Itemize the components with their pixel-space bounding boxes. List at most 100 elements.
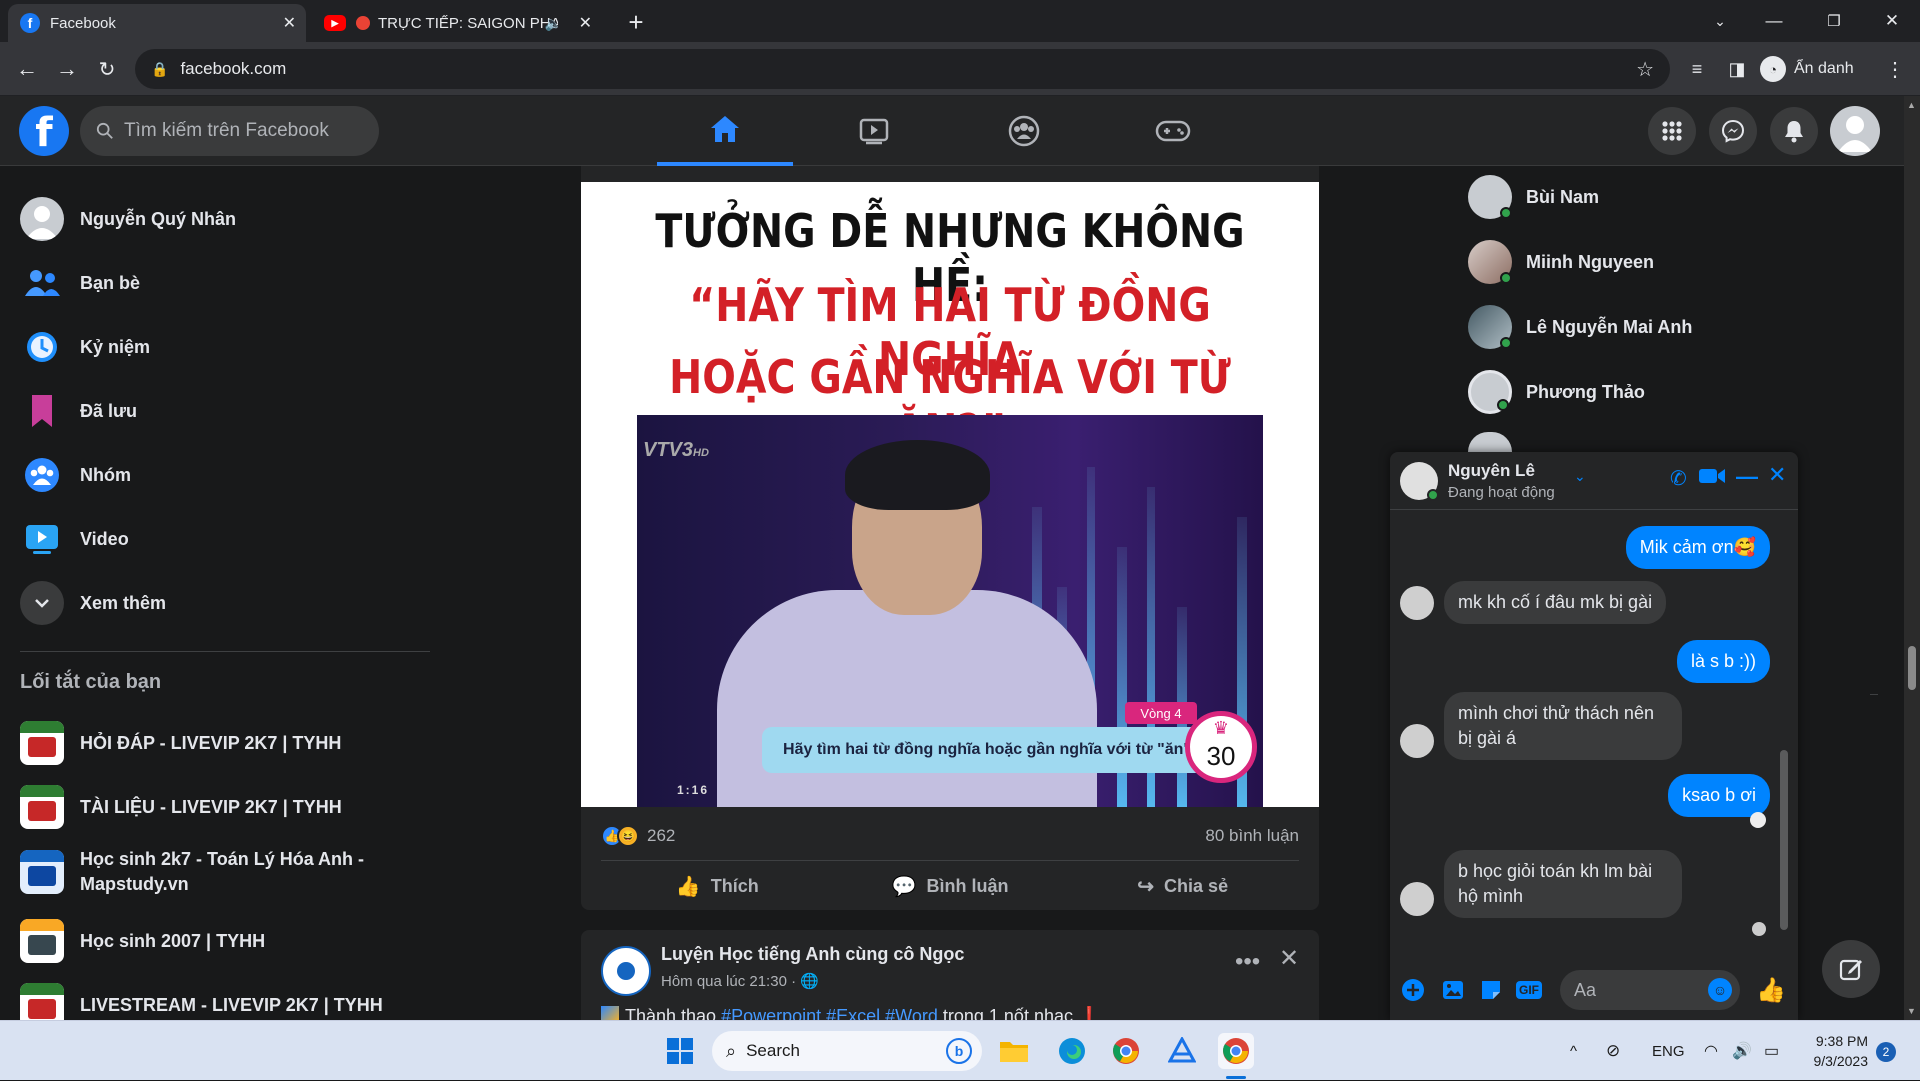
post-timestamp[interactable]: Hôm qua lúc 21:30 · 🌐 <box>661 972 819 991</box>
sidebar-item-video[interactable]: Video <box>8 510 428 568</box>
video-call-icon[interactable] <box>1698 466 1726 491</box>
phone-call-icon[interactable]: ✆ <box>1670 466 1687 491</box>
browser-menu-icon[interactable]: ⋮ <box>1878 52 1912 86</box>
taskbar-search[interactable]: ⌕ Search b <box>712 1031 982 1071</box>
sidebar-item-friends[interactable]: Bạn bè <box>8 254 428 312</box>
tab-facebook[interactable]: f Facebook ✕ <box>8 4 306 42</box>
sidebar-item-saved[interactable]: Đã lưu <box>8 382 428 440</box>
page-avatar[interactable] <box>601 946 651 996</box>
reload-button[interactable]: ↻ <box>90 52 124 86</box>
show-hidden-icons[interactable]: ^ <box>1570 1021 1577 1081</box>
reaction-summary[interactable]: 👍 😆 262 80 bình luận <box>601 823 1299 849</box>
sidebar-item-label: Nguyễn Quý Nhân <box>80 208 237 229</box>
sidebar-item-groups[interactable]: Nhóm <box>8 446 428 504</box>
comment-count[interactable]: 80 bình luận <box>1205 826 1299 846</box>
wifi-icon[interactable]: ◠ <box>1704 1021 1718 1081</box>
shortcut-item[interactable]: LIVESTREAM - LIVEVIP 2K7 | TYHH <box>8 976 428 1020</box>
post-text: Thành thạo #Powerpoint #Excel #Word tron… <box>601 1006 1100 1020</box>
bookmark-star-icon[interactable]: ☆ <box>1636 57 1654 82</box>
chrome-icon[interactable] <box>1218 1033 1254 1069</box>
chrome-icon[interactable] <box>1108 1033 1144 1069</box>
post-image[interactable]: TƯỞNG DỄ NHƯNG KHÔNG HỀ: “HÃY TÌM HAI TỪ… <box>581 182 1319 807</box>
new-message-button[interactable] <box>1822 940 1880 998</box>
facebook-logo-icon[interactable]: f <box>19 106 69 156</box>
system-clock[interactable]: 9:38 PM 9/3/2023 <box>1796 1031 1869 1071</box>
message-bubble-received[interactable]: mình chơi thử thách nên bị gài á <box>1444 692 1682 760</box>
sticker-icon[interactable] <box>1474 973 1508 1007</box>
shortcut-item[interactable]: Học sinh 2007 | TYHH <box>8 912 428 970</box>
hide-post-icon[interactable]: ✕ <box>1279 944 1299 973</box>
network-off-icon[interactable]: ⊘ <box>1606 1021 1620 1081</box>
shortcut-item[interactable]: Học sinh 2k7 - Toán Lý Hóa Anh - Mapstud… <box>8 842 428 902</box>
tab-youtube-live[interactable]: ▶ TRỰC TIẾP: SAIGON PHAI 🔈 ✕ <box>312 4 602 42</box>
close-tab-icon[interactable]: ✕ <box>579 13 592 33</box>
tab-search-icon[interactable]: ⌄ <box>1694 0 1746 42</box>
app-store-icon[interactable] <box>1164 1033 1200 1069</box>
message-bubble-sent[interactable]: ksao b ơi <box>1668 774 1770 817</box>
audio-playing-icon[interactable]: 🔈 <box>545 15 562 32</box>
close-tab-icon[interactable]: ✕ <box>283 13 296 33</box>
contact-item[interactable]: Lê Nguyễn Mai Anh <box>1468 300 1888 354</box>
close-window-button[interactable]: ✕ <box>1866 0 1918 42</box>
avatar <box>20 197 64 241</box>
restore-button[interactable]: ❐ <box>1808 0 1860 42</box>
message-bubble-sent[interactable]: Mik cảm ơn🥰 <box>1625 526 1770 569</box>
message-bubble-received[interactable]: b học giỏi toán kh lm bài hộ mình <box>1444 850 1682 918</box>
incognito-profile-button[interactable]: ◔ Ẩn danh <box>1760 49 1868 89</box>
contact-item[interactable]: Bùi Nam <box>1468 170 1888 224</box>
volume-icon[interactable]: 🔊 <box>1732 1021 1752 1081</box>
chat-avatar[interactable] <box>1400 462 1439 501</box>
chat-contact-name[interactable]: Nguyên Lê <box>1448 461 1535 481</box>
message-input[interactable]: Aa ☺ <box>1560 970 1740 1010</box>
sidebar-item-see-more[interactable]: Xem thêm <box>8 574 428 632</box>
edge-browser-icon[interactable] <box>1054 1033 1090 1069</box>
contact-item[interactable]: Miinh Nguyeen <box>1468 235 1888 289</box>
back-button[interactable]: ← <box>10 52 44 86</box>
sidebar-item-profile[interactable]: Nguyễn Quý Nhân <box>8 190 428 248</box>
minimize-button[interactable]: — <box>1748 0 1800 42</box>
sidebar-item-memories[interactable]: Kỷ niệm <box>8 318 428 376</box>
image-attach-icon[interactable] <box>1436 973 1470 1007</box>
share-button[interactable]: ↪ Chia sẻ <box>1066 861 1299 912</box>
file-explorer-icon[interactable] <box>996 1033 1032 1069</box>
shortcut-item[interactable]: HỎI ĐÁP - LIVEVIP 2K7 | TYHH <box>8 714 428 772</box>
emoji-icon[interactable]: ☺ <box>1708 978 1732 1002</box>
like-button[interactable]: 👍 Thích <box>601 861 834 912</box>
comment-button[interactable]: 💬 Bình luận <box>834 861 1067 912</box>
url-field[interactable]: 🔒 facebook.com ☆ <box>135 49 1670 89</box>
messenger-button[interactable] <box>1709 107 1757 155</box>
hashtags[interactable]: #Powerpoint #Excel #Word <box>721 1006 938 1020</box>
minimize-chat-icon[interactable]: — <box>1736 464 1758 490</box>
windows-start-icon[interactable] <box>662 1033 698 1069</box>
reading-list-icon[interactable]: ≡ <box>1680 52 1714 86</box>
tab-watch[interactable] <box>806 96 942 166</box>
message-bubble-received[interactable]: mk kh cố í đâu mk bị gài <box>1444 581 1667 624</box>
notification-badge[interactable]: 2 <box>1876 1042 1896 1062</box>
chevron-down-icon[interactable]: ⌄ <box>1574 468 1586 485</box>
more-options-icon[interactable]: ••• <box>1235 948 1260 976</box>
contact-item[interactable]: Phương Thảo <box>1468 365 1888 419</box>
language-indicator[interactable]: ENG <box>1652 1021 1685 1081</box>
search-input[interactable] <box>124 120 364 142</box>
tab-home[interactable] <box>657 96 793 166</box>
forward-button[interactable]: → <box>50 52 84 86</box>
side-panel-icon[interactable]: ◨ <box>1720 52 1754 86</box>
gif-icon[interactable]: GIF <box>1512 973 1546 1007</box>
shortcut-item[interactable]: TÀI LIỆU - LIVEVIP 2K7 | TYHH <box>8 778 428 836</box>
add-plus-icon[interactable] <box>1396 973 1430 1007</box>
tab-groups[interactable] <box>956 96 1092 166</box>
profile-avatar[interactable] <box>1830 106 1880 156</box>
post-author[interactable]: Luyện Học tiếng Anh cùng cô Ngọc <box>661 944 964 965</box>
thumbs-up-send-icon[interactable]: 👍 <box>1754 973 1788 1007</box>
message-bubble-sent[interactable]: là s b :)) <box>1676 640 1770 683</box>
battery-icon[interactable]: ▭ <box>1764 1021 1779 1081</box>
close-chat-icon[interactable]: ✕ <box>1768 462 1786 488</box>
page-scrollbar[interactable]: ▲ ▼ <box>1904 96 1920 1020</box>
tab-gaming[interactable] <box>1105 96 1241 166</box>
new-tab-button[interactable]: + <box>620 6 652 38</box>
search-box[interactable] <box>80 106 379 156</box>
notifications-button[interactable] <box>1770 107 1818 155</box>
chat-scrollbar[interactable] <box>1778 520 1790 950</box>
video-frame[interactable]: VTV3HD Vòng 4 Hãy tìm hai từ đồng nghĩa … <box>637 415 1263 807</box>
menu-button[interactable] <box>1648 107 1696 155</box>
